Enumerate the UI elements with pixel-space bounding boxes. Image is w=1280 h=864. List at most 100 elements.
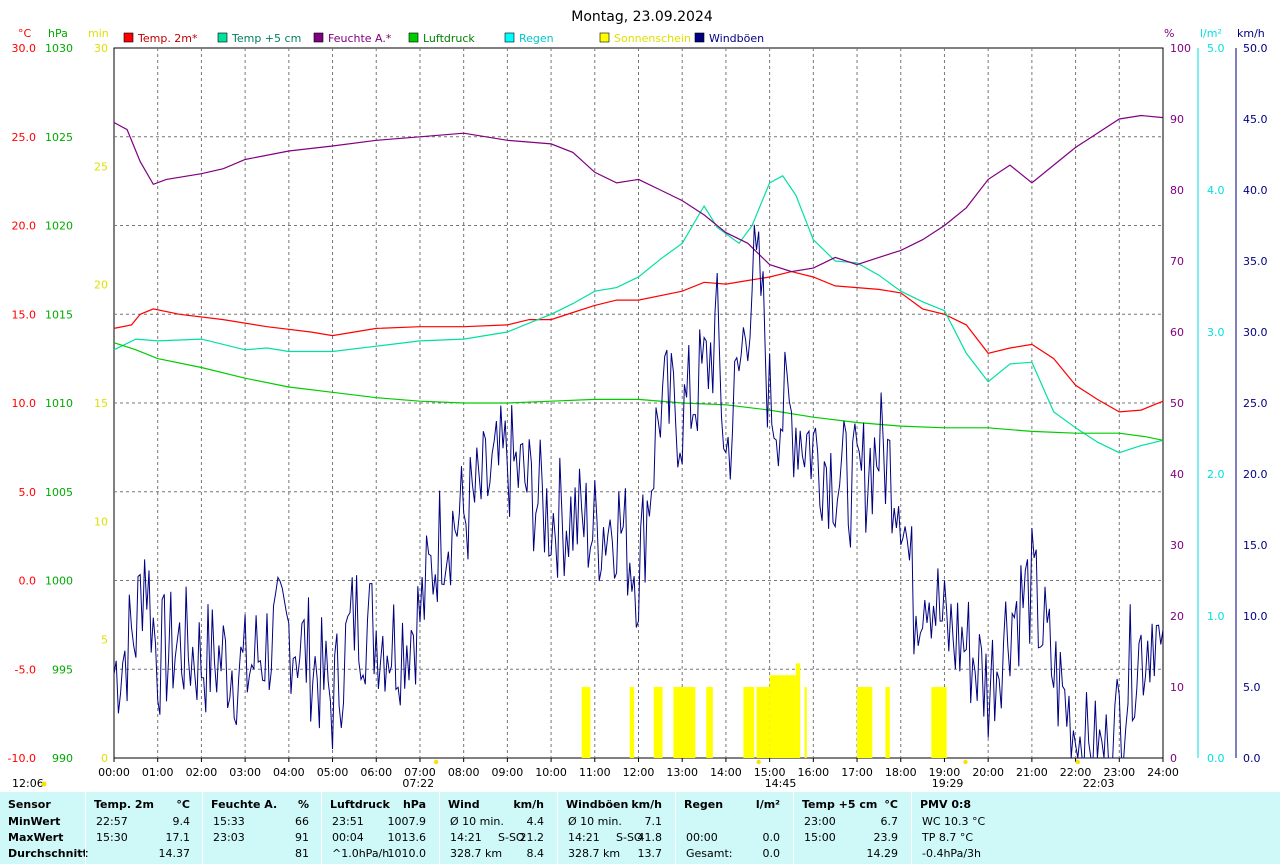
row-label: MinWert — [8, 815, 61, 828]
wind-tick-label: 10.0 — [1243, 610, 1268, 623]
summary-value: 81 — [295, 847, 309, 860]
summary-time: 15:00 — [804, 831, 836, 844]
unit-humidity: % — [1164, 27, 1174, 40]
summary-value: 66 — [295, 815, 309, 828]
x-tick-label: 08:00 — [448, 766, 480, 779]
column-separator — [439, 792, 440, 864]
legend-swatch — [408, 32, 419, 43]
sunshine-bar — [804, 687, 807, 758]
legend-label: Temp. 2m* — [137, 32, 198, 45]
sun-tick-label: 0 — [101, 752, 108, 765]
legend-label: Sonnenschein — [614, 32, 691, 45]
summary-value: 13.7 — [637, 847, 663, 860]
temp-tick-label: -5.0 — [15, 663, 36, 676]
wind-tick-label: 35.0 — [1243, 255, 1268, 268]
wind-tick-label: 20.0 — [1243, 468, 1268, 481]
group-unit: km/h — [513, 798, 544, 811]
sun-tick-label: 15 — [94, 397, 108, 410]
group-header: PMV 0:8 — [920, 798, 972, 811]
x-tick-label: 17:00 — [841, 766, 873, 779]
temp-tick-label: -10.0 — [8, 752, 36, 765]
temp-tick-label: 0.0 — [19, 575, 37, 588]
sunrise-left-dot — [41, 781, 47, 787]
sunshine-bar — [931, 687, 947, 758]
legend-swatch — [694, 32, 705, 43]
row-label: Durchschnitt — [8, 847, 88, 860]
pressure-tick-label: 995 — [52, 663, 73, 676]
x-tick-label: 13:00 — [666, 766, 698, 779]
x-tick-label: 14:00 — [710, 766, 742, 779]
summary-time: 23:00 — [804, 815, 836, 828]
summary-value: 7.1 — [644, 815, 663, 828]
sunshine-bar — [857, 687, 873, 758]
sunset-label: 19:29 — [932, 777, 964, 790]
legend-swatch — [599, 32, 610, 43]
summary-value: 0.0 — [762, 847, 781, 860]
summary-time: 00:00 — [686, 831, 718, 844]
legend-swatch — [123, 32, 134, 43]
column-separator — [202, 792, 203, 864]
summary-time: 14:21 — [568, 831, 600, 844]
humidity-tick-label: 100 — [1170, 42, 1191, 55]
summary-time: -0.4hPa/3h — [922, 847, 981, 860]
x-tick-label: 06:00 — [360, 766, 392, 779]
column-separator — [85, 792, 86, 864]
summary-time: 00:04 — [332, 831, 364, 844]
rain-tick-label: 2.0 — [1207, 468, 1225, 481]
summary-value: 17.1 — [165, 831, 191, 844]
sunshine-bar — [885, 687, 890, 758]
summary-time: 23:51 — [332, 815, 364, 828]
group-unit: % — [297, 798, 309, 811]
summary-value: 91 — [295, 831, 309, 844]
humidity-tick-label: 40 — [1170, 468, 1184, 481]
x-tick-label: 02:00 — [186, 766, 218, 779]
humidity-tick-label: 0 — [1170, 752, 1177, 765]
summary-value: 41.8 — [637, 831, 663, 844]
sunshine-bar — [756, 687, 770, 758]
sun-tick-label: 10 — [94, 515, 108, 528]
summary-value: 1007.9 — [387, 815, 427, 828]
sun-tick-label: 25 — [94, 160, 108, 173]
x-tick-label: 01:00 — [142, 766, 174, 779]
pressure-tick-label: 990 — [52, 752, 73, 765]
summary-value: 23.9 — [873, 831, 899, 844]
wind-tick-label: 15.0 — [1243, 539, 1268, 552]
temp-tick-label: 5.0 — [19, 486, 37, 499]
x-tick-label: 03:00 — [229, 766, 261, 779]
sunshine-bar — [769, 675, 796, 758]
summary-time: 15:30 — [96, 831, 128, 844]
summary-time: WC 10.3 °C — [922, 815, 986, 828]
temp-tick-label: 10.0 — [12, 397, 37, 410]
rain-tick-label: 0.0 — [1207, 752, 1225, 765]
pressure-tick-label: 1025 — [45, 131, 73, 144]
sun-tick-label: 30 — [94, 42, 108, 55]
pressure-tick-label: 1015 — [45, 308, 73, 321]
pressure-tick-label: 1005 — [45, 486, 73, 499]
humidity-tick-label: 70 — [1170, 255, 1184, 268]
sunrise-left-label: 12:06 — [12, 777, 44, 790]
x-tick-label: 24:00 — [1147, 766, 1179, 779]
group-unit: km/h — [631, 798, 662, 811]
legend-swatch — [217, 32, 228, 43]
column-separator — [557, 792, 558, 864]
wind-tick-label: 0.0 — [1243, 752, 1261, 765]
min-rain-label: 22:03 — [1083, 777, 1115, 790]
summary-table: Sensor MinWert MaxWert Durchschnitt Temp. 2m… — [0, 792, 1280, 864]
summary-value: 1013.6 — [387, 831, 427, 844]
x-tick-label: 12:00 — [623, 766, 655, 779]
legend-label: Luftdruck — [423, 32, 475, 45]
legend-label: Windböen — [709, 32, 764, 45]
sunshine-bar — [743, 687, 755, 758]
temp-tick-label: 25.0 — [12, 131, 37, 144]
summary-value: 0.0 — [762, 831, 781, 844]
wind-tick-label: 45.0 — [1243, 113, 1268, 126]
x-tick-label: 16:00 — [797, 766, 829, 779]
sun-tick-label: 20 — [94, 279, 108, 292]
rain-tick-label: 4.0 — [1207, 184, 1225, 197]
x-tick-label: 04:00 — [273, 766, 305, 779]
row-label: MaxWert — [8, 831, 64, 844]
group-unit: °C — [884, 798, 898, 811]
pressure-tick-label: 1010 — [45, 397, 73, 410]
x-tick-label: 00:00 — [98, 766, 130, 779]
summary-value: 4.4 — [526, 815, 545, 828]
